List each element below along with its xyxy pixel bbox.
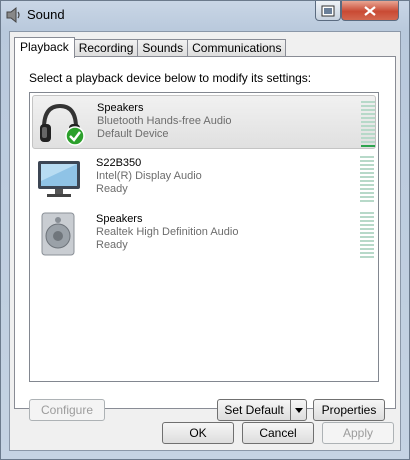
tab-strip: Playback Recording Sounds Communications: [14, 37, 287, 58]
sound-icon: [6, 6, 20, 24]
cancel-button[interactable]: Cancel: [242, 422, 314, 444]
meter-segment: [360, 216, 374, 218]
device-status: Ready: [96, 239, 128, 251]
volume-meter: [361, 100, 375, 147]
sound-dialog: Sound Playback Recording Sounds Communic…: [0, 0, 410, 460]
meter-segment: [361, 109, 375, 111]
device-item-bluetooth-speakers[interactable]: Speakers Bluetooth Hands-free Audio Defa…: [32, 95, 376, 149]
meter-segment: [360, 236, 374, 238]
meter-segment: [360, 196, 374, 198]
playback-panel: Select a playback device below to modify…: [14, 56, 396, 421]
meter-segment: [361, 113, 375, 115]
instruction-text: Select a playback device below to modify…: [29, 71, 312, 85]
meter-segment: [361, 145, 375, 147]
device-name: Speakers: [96, 213, 143, 225]
apply-button[interactable]: Apply: [322, 422, 394, 444]
set-default-button[interactable]: Set Default: [217, 399, 307, 421]
tab-sounds[interactable]: Sounds: [137, 39, 189, 57]
meter-segment: [360, 220, 374, 222]
meter-segment: [360, 184, 374, 186]
device-name: Speakers: [97, 102, 144, 114]
meter-segment: [360, 256, 374, 258]
device-description: Intel(R) Display Audio: [96, 170, 202, 182]
meter-segment: [361, 121, 375, 123]
meter-segment: [360, 200, 374, 202]
tab-recording[interactable]: Recording: [73, 39, 139, 57]
title-bar[interactable]: Sound: [1, 1, 409, 31]
set-default-label: Set Default: [224, 403, 284, 417]
set-default-dropdown[interactable]: [290, 400, 306, 420]
meter-segment: [360, 224, 374, 226]
meter-segment: [361, 101, 375, 103]
meter-segment: [360, 248, 374, 250]
tab-playback[interactable]: Playback: [14, 37, 75, 58]
meter-segment: [361, 137, 375, 139]
properties-button[interactable]: Properties: [313, 399, 385, 421]
meter-segment: [361, 125, 375, 127]
meter-segment: [360, 252, 374, 254]
tab-communications[interactable]: Communications: [187, 39, 287, 57]
meter-segment: [361, 133, 375, 135]
ok-button[interactable]: OK: [162, 422, 234, 444]
meter-segment: [360, 168, 374, 170]
device-item-realtek-speakers[interactable]: Speakers Realtek High Definition Audio R…: [32, 207, 376, 261]
configure-button[interactable]: Configure: [29, 399, 105, 421]
meter-segment: [360, 228, 374, 230]
meter-segment: [360, 160, 374, 162]
meter-segment: [361, 129, 375, 131]
meter-segment: [360, 172, 374, 174]
device-list[interactable]: Speakers Bluetooth Hands-free Audio Defa…: [29, 92, 379, 382]
meter-segment: [360, 232, 374, 234]
device-description: Bluetooth Hands-free Audio: [97, 115, 232, 127]
speaker-icon: [41, 212, 75, 256]
close-button[interactable]: [341, 1, 399, 21]
chevron-down-icon: [294, 407, 303, 413]
meter-segment: [360, 176, 374, 178]
meter-segment: [361, 117, 375, 119]
device-status: Default Device: [97, 128, 169, 140]
window-title: Sound: [27, 7, 65, 22]
volume-meter: [360, 211, 374, 258]
monitor-icon: [38, 161, 80, 197]
meter-segment: [360, 244, 374, 246]
meter-segment: [360, 164, 374, 166]
meter-segment: [360, 192, 374, 194]
volume-meter: [360, 155, 374, 202]
device-status: Ready: [96, 183, 128, 195]
device-description: Realtek High Definition Audio: [96, 226, 239, 238]
default-check-icon: [65, 126, 85, 146]
help-button[interactable]: [315, 1, 341, 21]
meter-segment: [360, 240, 374, 242]
meter-segment: [360, 188, 374, 190]
meter-segment: [360, 156, 374, 158]
device-name: S22B350: [96, 157, 142, 169]
help-icon: [321, 5, 335, 16]
meter-segment: [361, 141, 375, 143]
close-icon: [364, 5, 376, 16]
meter-segment: [360, 180, 374, 182]
dialog-client: Playback Recording Sounds Communications…: [9, 31, 401, 451]
meter-segment: [361, 105, 375, 107]
meter-segment: [360, 212, 374, 214]
device-item-s22b350[interactable]: S22B350 Intel(R) Display Audio Ready: [32, 151, 376, 205]
